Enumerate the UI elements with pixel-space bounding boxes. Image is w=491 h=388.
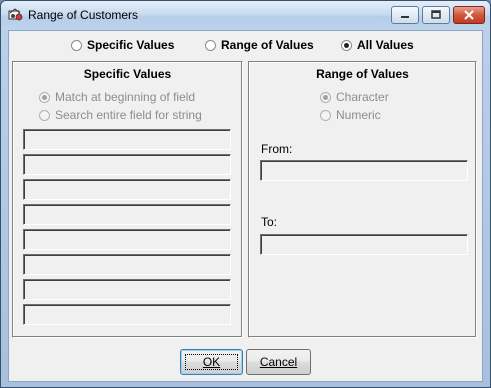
radio-specific-values[interactable]: Specific Values <box>71 37 174 53</box>
specific-value-field-8[interactable] <box>23 304 231 325</box>
minimize-icon <box>401 16 409 18</box>
option-label: Search entire field for string <box>55 108 202 122</box>
close-button[interactable] <box>453 6 485 24</box>
radio-all-values[interactable]: All Values <box>341 37 414 53</box>
radio-indicator[interactable] <box>205 39 216 51</box>
to-field[interactable] <box>260 234 468 255</box>
focus-rect <box>185 354 238 370</box>
option-match-beginning[interactable]: Match at beginning of field <box>39 90 195 104</box>
specific-value-field-3[interactable] <box>23 179 231 200</box>
specific-value-field-1[interactable] <box>23 129 231 150</box>
radio-indicator[interactable] <box>39 91 50 103</box>
cancel-button[interactable]: Cancel <box>246 349 311 375</box>
minimize-button[interactable] <box>391 6 419 24</box>
option-label: Character <box>336 90 389 104</box>
radio-label: Specific Values <box>87 38 175 52</box>
radio-indicator[interactable] <box>71 39 82 51</box>
radio-label: Range of Values <box>221 38 314 52</box>
radio-indicator[interactable] <box>320 109 331 121</box>
specific-value-field-7[interactable] <box>23 279 231 300</box>
specific-value-field-5[interactable] <box>23 229 231 250</box>
range-of-values-group: Range of Values Character Numeric From: … <box>248 61 477 338</box>
dialog-window: Range of Customers Specific Values Range… <box>0 0 491 388</box>
specific-value-field-2[interactable] <box>23 154 231 175</box>
option-label: Numeric <box>336 108 381 122</box>
group-title: Range of Values <box>316 67 409 81</box>
from-field[interactable] <box>260 160 468 181</box>
window-title: Range of Customers <box>28 8 139 22</box>
title-bar[interactable]: Range of Customers <box>1 1 490 30</box>
customers-app-icon <box>8 8 24 22</box>
to-label: To: <box>261 215 278 229</box>
radio-label: All Values <box>357 38 414 52</box>
option-label: Match at beginning of field <box>55 90 196 104</box>
maximize-button[interactable] <box>422 6 450 24</box>
option-search-entire-field[interactable]: Search entire field for string <box>39 108 202 122</box>
radio-indicator[interactable] <box>39 109 50 121</box>
from-label: From: <box>261 142 293 156</box>
maximize-icon <box>431 10 441 19</box>
group-title: Specific Values <box>83 67 172 81</box>
dialog-client-area: Specific Values Range of Values All Valu… <box>8 30 483 382</box>
ok-button[interactable]: OK <box>180 349 243 375</box>
close-icon <box>464 10 474 20</box>
specific-value-field-6[interactable] <box>23 254 231 275</box>
radio-indicator[interactable] <box>320 91 331 103</box>
specific-value-field-4[interactable] <box>23 204 231 225</box>
radio-indicator[interactable] <box>341 39 352 51</box>
specific-values-group: Specific Values Match at beginning of fi… <box>12 61 243 338</box>
cancel-button-label: Cancel <box>259 355 298 369</box>
option-numeric[interactable]: Numeric <box>320 108 381 122</box>
option-character[interactable]: Character <box>320 90 389 104</box>
radio-range-of-values[interactable]: Range of Values <box>205 37 314 53</box>
